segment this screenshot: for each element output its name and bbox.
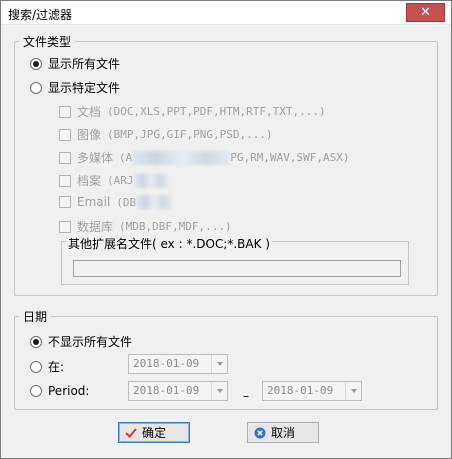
category-documents-checkbox[interactable]: 文档 (DOC,XLS,PPT,PDF,HTM,RTF,TXT,...) xyxy=(59,103,326,120)
category-email-checkbox[interactable]: Email (DB xyxy=(59,195,173,209)
checkbox-icon xyxy=(59,220,71,233)
filter-dialog: 搜索/过滤器 ✕ 文件类型 显示所有文件 显示特定文件 文档 (DOC,XLS,… xyxy=(0,0,452,459)
show-all-files-label: 显示所有文件 xyxy=(48,57,121,71)
chevron-down-icon[interactable] xyxy=(211,382,227,400)
period-to-value: 2018-01-09 xyxy=(267,384,334,397)
category-archive-checkbox[interactable]: 档案 (ARJ xyxy=(59,172,168,189)
category-extensions-prefix: (ARJ xyxy=(107,174,134,187)
category-extensions: (MDB,DBF,MDF,...) xyxy=(119,220,232,233)
chevron-down-icon[interactable] xyxy=(211,355,227,373)
cancel-button[interactable]: 取消 xyxy=(247,422,319,443)
period-from-value: 2018-01-09 xyxy=(133,384,200,397)
category-name: 文档 xyxy=(77,105,102,119)
category-database-checkbox[interactable]: 数据库 (MDB,DBF,MDF,...) xyxy=(59,218,232,235)
category-extensions: (DOC,XLS,PPT,PDF,HTM,RTF,TXT,...) xyxy=(107,105,326,118)
checkbox-icon xyxy=(59,174,71,187)
on-date-value: 2018-01-09 xyxy=(133,357,200,370)
other-extensions-label: 其他扩展名文件( ex : *.DOC;*.BAK ) xyxy=(66,235,272,252)
period-separator: – xyxy=(243,389,249,403)
show-all-files-radio[interactable]: 显示所有文件 xyxy=(30,55,120,72)
checkbox-icon xyxy=(59,151,71,164)
other-extensions-input[interactable] xyxy=(73,260,401,277)
chevron-down-icon[interactable] xyxy=(345,382,361,400)
category-extensions-suffix: PG,RM,WAV,SWF,ASX) xyxy=(230,151,350,164)
blurred-region xyxy=(133,173,168,188)
checkbox-icon xyxy=(59,105,71,118)
blurred-region xyxy=(132,150,231,165)
category-name: 图像 xyxy=(77,128,102,142)
ok-button[interactable]: 确定 xyxy=(118,422,190,443)
close-button[interactable]: ✕ xyxy=(406,3,445,22)
window-title: 搜索/过滤器 xyxy=(8,8,73,22)
ok-label: 确定 xyxy=(141,426,166,440)
on-date-label: 在: xyxy=(48,360,65,374)
checkbox-icon xyxy=(59,196,71,208)
no-date-filter-label: 不显示所有文件 xyxy=(48,335,133,349)
category-name: 多媒体 xyxy=(77,151,114,165)
category-multimedia-checkbox[interactable]: 多媒体 (A PG,RM,WAV,SWF,ASX) xyxy=(59,149,349,166)
category-images-checkbox[interactable]: 图像 (BMP,JPG,GIF,PNG,PSD,...) xyxy=(59,126,273,143)
category-extensions-prefix: (DB xyxy=(116,195,137,209)
no-date-filter-radio[interactable]: 不显示所有文件 xyxy=(30,333,132,350)
cancel-label: 取消 xyxy=(270,426,295,440)
category-extensions: (BMP,JPG,GIF,PNG,PSD,...) xyxy=(107,128,273,141)
on-date-radio[interactable]: 在: xyxy=(30,358,64,375)
title-bar: 搜索/过滤器 ✕ xyxy=(1,1,451,25)
category-name: 数据库 xyxy=(77,220,114,234)
date-legend: 日期 xyxy=(23,310,48,324)
radio-checked-icon xyxy=(30,57,42,70)
radio-checked-icon xyxy=(30,335,42,348)
radio-unchecked-icon xyxy=(30,81,42,94)
blurred-region xyxy=(136,195,173,209)
period-to-picker[interactable]: 2018-01-09 xyxy=(262,381,362,401)
category-name: Email xyxy=(77,195,111,209)
show-specific-files-radio[interactable]: 显示特定文件 xyxy=(30,79,120,96)
cancel-icon xyxy=(254,427,266,439)
category-extensions-prefix: (A xyxy=(119,151,133,164)
radio-unchecked-icon xyxy=(30,360,42,373)
checkbox-icon xyxy=(59,128,71,141)
close-icon: ✕ xyxy=(420,5,431,20)
category-name: 档案 xyxy=(77,174,102,188)
radio-unchecked-icon xyxy=(30,385,42,397)
on-date-picker[interactable]: 2018-01-09 xyxy=(128,354,228,374)
period-from-picker[interactable]: 2018-01-09 xyxy=(128,381,228,401)
checkmark-icon xyxy=(125,428,137,438)
period-radio[interactable]: Period: xyxy=(30,384,89,398)
file-type-legend: 文件类型 xyxy=(23,35,72,49)
period-label: Period: xyxy=(48,384,90,398)
show-specific-files-label: 显示特定文件 xyxy=(48,81,121,95)
